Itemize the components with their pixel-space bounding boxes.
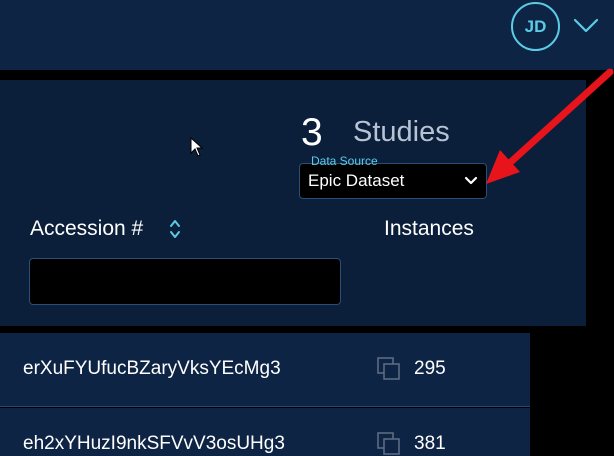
table-row[interactable]: eh2xYHuzI9nkSFVvV3osUHg3 381 <box>0 408 530 456</box>
table-row[interactable]: erXuFYUfucBZaryVksYEcMg3 295 <box>0 333 530 407</box>
chevron-down-icon[interactable] <box>572 14 600 38</box>
user-avatar[interactable]: JD <box>511 2 560 51</box>
row-divider <box>0 406 530 407</box>
column-header-instances[interactable]: Instances <box>384 218 474 239</box>
accession-cell: erXuFYUfucBZaryVksYEcMg3 <box>23 358 281 379</box>
chevron-down-icon[interactable] <box>464 175 478 186</box>
sort-icon[interactable] <box>168 218 182 240</box>
mouse-cursor-icon <box>190 137 204 157</box>
study-count-label: Studies <box>353 116 450 148</box>
annotation-arrow-icon <box>486 68 614 184</box>
series-stack-icon <box>377 357 400 380</box>
data-source-value[interactable]: Epic Dataset <box>308 172 404 189</box>
study-count: 3 <box>301 111 323 154</box>
column-header-accession[interactable]: Accession # <box>30 218 143 239</box>
series-stack-icon <box>377 432 400 455</box>
instances-cell: 295 <box>414 358 446 379</box>
instances-cell: 381 <box>414 433 446 454</box>
accession-filter-input[interactable] <box>29 258 341 305</box>
data-source-label: Data Source <box>311 154 378 168</box>
accession-cell: eh2xYHuzI9nkSFVvV3osUHg3 <box>23 433 285 454</box>
